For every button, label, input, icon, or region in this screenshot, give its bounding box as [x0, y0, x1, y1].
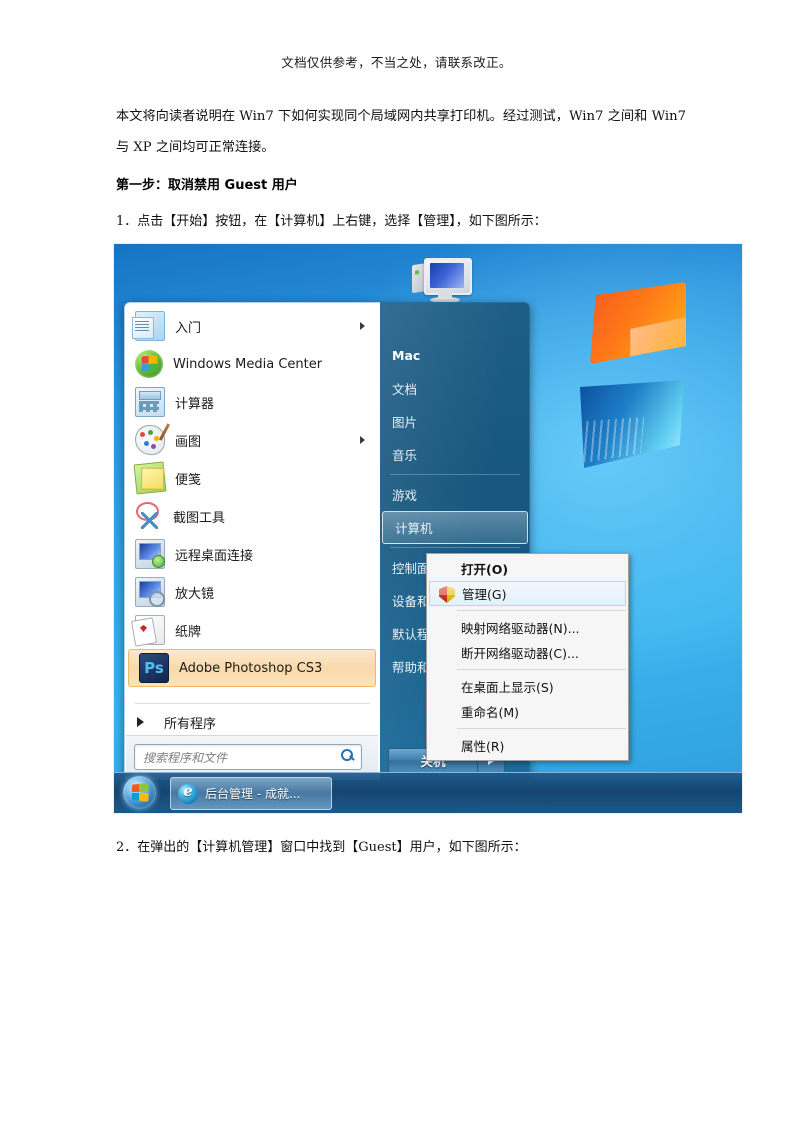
- magnifier-icon: [135, 577, 165, 607]
- search-input[interactable]: 搜索程序和文件: [134, 744, 362, 770]
- program-item-windows-media-center[interactable]: Windows Media Center: [125, 345, 379, 383]
- program-item-remote-desktop[interactable]: 远程桌面连接: [125, 535, 379, 573]
- context-menu-label: 在桌面上显示(S): [461, 680, 554, 695]
- document-page: 文档仅供参考，不当之处，请联系改正。 本文将向读者说明在 Win7 下如何实现同…: [0, 0, 793, 1122]
- places-label: 游戏: [392, 488, 418, 503]
- all-programs-label: 所有程序: [164, 716, 217, 732]
- shield-icon: [439, 586, 455, 603]
- program-item-snipping-tool[interactable]: 截图工具: [125, 497, 379, 535]
- program-label: 画图: [175, 434, 202, 450]
- context-menu-item-properties[interactable]: 属性(R): [427, 733, 628, 758]
- chevron-right-icon: [360, 322, 365, 330]
- context-menu-label: 断开网络驱动器(C)...: [461, 646, 579, 661]
- internet-explorer-icon: [178, 782, 198, 804]
- program-label: 纸牌: [175, 624, 202, 640]
- program-label: 远程桌面连接: [175, 548, 254, 564]
- context-menu-label: 打开(O): [461, 562, 509, 577]
- program-label: Windows Media Center: [173, 356, 323, 372]
- photoshop-icon: Ps: [139, 653, 169, 683]
- places-item-computer[interactable]: 计算机: [382, 511, 528, 544]
- taskbar-window-button[interactable]: 后台管理 - 成就...: [170, 777, 332, 810]
- program-item-paint[interactable]: 画图: [125, 421, 379, 459]
- taskbar-window-label: 后台管理 - 成就...: [205, 787, 301, 801]
- program-item-sticky-notes[interactable]: 便笺: [125, 459, 379, 497]
- program-label: 放大镜: [175, 586, 215, 602]
- context-menu-divider: [457, 669, 626, 670]
- calculator-icon: [135, 387, 165, 417]
- step-heading: 第一步：取消禁用 Guest 用户: [116, 178, 298, 193]
- search-placeholder: 搜索程序和文件: [143, 750, 228, 765]
- search-icon: [341, 749, 354, 762]
- program-item-calculator[interactable]: 计算器: [125, 383, 379, 421]
- places-label: 图片: [392, 415, 418, 430]
- paint-icon: [135, 425, 165, 455]
- context-menu-label: 属性(R): [461, 739, 505, 754]
- program-label: 便笺: [175, 472, 202, 488]
- context-menu-item-open[interactable]: 打开(O): [427, 556, 628, 581]
- program-item-adobe-photoshop-cs3[interactable]: Ps Adobe Photoshop CS3: [128, 649, 376, 687]
- places-divider: [390, 547, 520, 548]
- places-label: 音乐: [392, 448, 418, 463]
- program-list-divider: [135, 703, 370, 704]
- context-menu-divider: [457, 610, 626, 611]
- getting-started-icon: [132, 311, 165, 341]
- intro-paragraph: 本文将向读者说明在 Win7 下如何实现同个局域网内共享打印机。经过测试，Win…: [116, 109, 686, 155]
- taskbar: 后台管理 - 成就...: [114, 772, 742, 813]
- remote-desktop-icon: [135, 539, 165, 569]
- program-label: 计算器: [175, 396, 215, 412]
- context-menu-divider: [457, 728, 626, 729]
- windows-start-menu-screenshot: 入门 Windows Media Center 计算器 画图 便笺 截图工具 远…: [114, 244, 742, 813]
- context-menu-item-show-on-desktop[interactable]: 在桌面上显示(S): [427, 674, 628, 699]
- places-item-pictures[interactable]: 图片: [380, 405, 529, 438]
- all-programs-button[interactable]: 所有程序: [125, 707, 379, 737]
- places-label: 计算机: [395, 521, 433, 536]
- places-item-documents[interactable]: 文档: [380, 372, 529, 405]
- monitor-screen: [430, 263, 464, 288]
- context-menu-label: 重命名(M): [461, 705, 520, 720]
- context-menu-item-disconnect-network-drive[interactable]: 断开网络驱动器(C)...: [427, 640, 628, 665]
- page-header-note: 文档仅供参考，不当之处，请联系改正。: [281, 55, 512, 70]
- places-item-music[interactable]: 音乐: [380, 438, 529, 471]
- places-item-games[interactable]: 游戏: [380, 478, 529, 511]
- start-menu-left-pane: 入门 Windows Media Center 计算器 画图 便笺 截图工具 远…: [124, 302, 380, 780]
- context-menu-label: 映射网络驱动器(N)...: [461, 621, 580, 636]
- chevron-right-icon: [137, 717, 144, 727]
- windows-start-orb-icon[interactable]: [123, 776, 156, 809]
- context-menu-item-rename[interactable]: 重命名(M): [427, 699, 628, 724]
- program-item-magnifier[interactable]: 放大镜: [125, 573, 379, 611]
- program-item-getting-started[interactable]: 入门: [125, 307, 379, 345]
- context-menu-item-manage[interactable]: 管理(G): [429, 581, 626, 606]
- solitaire-cards-icon: [135, 615, 165, 645]
- snipping-tool-icon: [135, 502, 163, 530]
- places-label: Mac: [392, 348, 421, 363]
- windows-media-center-icon: [135, 350, 163, 378]
- program-item-solitaire[interactable]: 纸牌: [125, 611, 379, 649]
- step-2-text: 2．在弹出的【计算机管理】窗口中找到【Guest】用户，如下图所示：: [116, 840, 527, 855]
- places-divider: [390, 474, 520, 475]
- sticky-notes-icon: [133, 461, 167, 495]
- program-label: 入门: [175, 320, 202, 336]
- places-item-mac[interactable]: Mac: [380, 339, 529, 372]
- places-label: 文档: [392, 382, 418, 397]
- program-label: 截图工具: [173, 510, 226, 526]
- step-1-text: 1．点击【开始】按钮，在【计算机】上右键，选择【管理】，如下图所示：: [116, 214, 547, 229]
- computer-context-menu: 打开(O) 管理(G) 映射网络驱动器(N)... 断开网络驱动器(C)... …: [426, 553, 629, 761]
- program-list: 入门 Windows Media Center 计算器 画图 便笺 截图工具 远…: [125, 307, 379, 687]
- program-label: Adobe Photoshop CS3: [179, 660, 323, 676]
- chevron-right-icon: [360, 436, 365, 444]
- context-menu-item-map-network-drive[interactable]: 映射网络驱动器(N)...: [427, 615, 628, 640]
- context-menu-label: 管理(G): [462, 587, 507, 602]
